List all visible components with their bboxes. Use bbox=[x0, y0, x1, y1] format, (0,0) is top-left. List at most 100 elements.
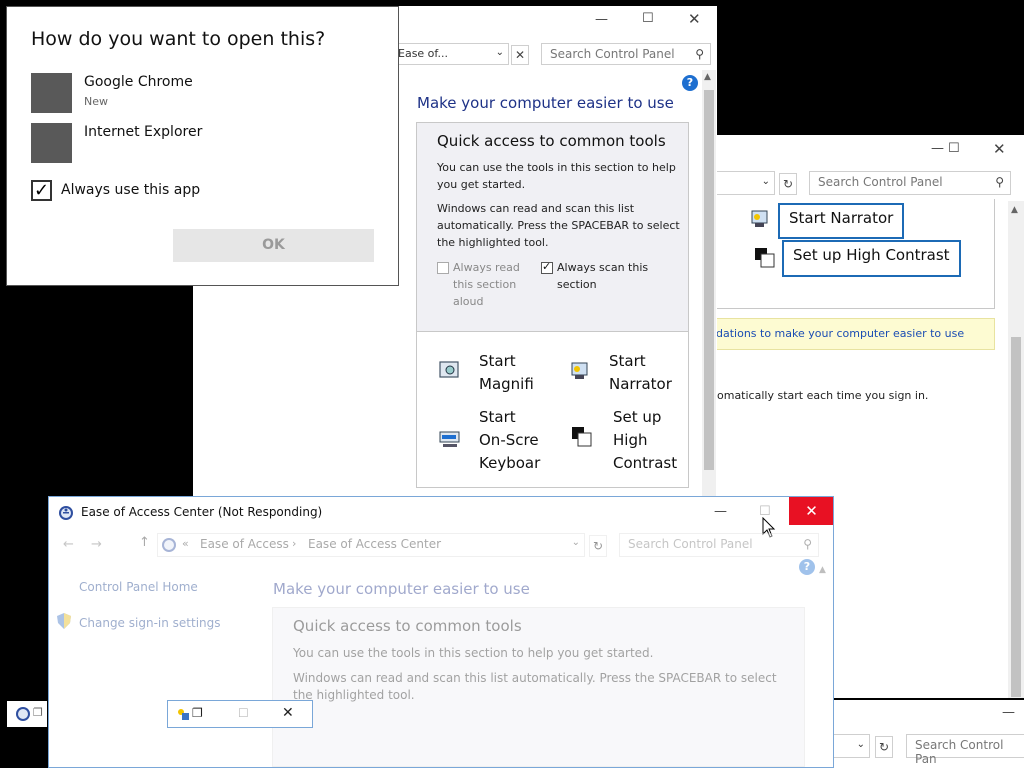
close-button[interactable]: ✕ bbox=[993, 142, 1006, 157]
checkbox-scan[interactable] bbox=[541, 260, 553, 274]
close-button[interactable]: ✕ bbox=[789, 497, 833, 525]
search-input[interactable]: Search Control Panel ⚲ bbox=[809, 171, 1011, 195]
app-option-chrome-sub: New bbox=[84, 95, 108, 108]
ease-of-access-icon bbox=[16, 707, 30, 721]
tool-narrator-label: Start Narrator bbox=[609, 352, 672, 393]
scrollbar[interactable]: ▲ bbox=[1008, 201, 1024, 698]
always-scan-label: Always scan this section bbox=[557, 261, 649, 291]
app-option-chrome-name: Google Chrome bbox=[84, 74, 193, 90]
quick-access-panel: Quick access to common tools You can use… bbox=[272, 607, 805, 767]
back-arrow-icon[interactable]: ← bbox=[63, 537, 74, 552]
scroll-thumb[interactable] bbox=[1011, 337, 1021, 697]
quick-access-desc: You can use the tools in this section to… bbox=[293, 646, 654, 660]
scroll-up-icon[interactable]: ▲ bbox=[819, 565, 826, 575]
sidebar-item-home[interactable]: Control Panel Home bbox=[79, 580, 198, 594]
window-title: Ease of Access Center (Not Responding) bbox=[81, 505, 323, 519]
tool-keyboard-label: Start On-Scre Keyboar bbox=[479, 408, 541, 472]
clear-address-button[interactable]: ✕ bbox=[511, 45, 529, 65]
tool-magnifier[interactable]: Start Magnifi bbox=[439, 350, 549, 400]
setup-contrast-highlight[interactable]: Set up High Contrast bbox=[782, 240, 961, 277]
search-placeholder: Search Control Panel bbox=[818, 175, 943, 189]
tool-magnifier-label: Start Magnifi bbox=[479, 352, 534, 393]
shield-icon bbox=[57, 613, 71, 629]
narrator-icon bbox=[751, 210, 768, 227]
breadcrumb-chevron-icon: › bbox=[292, 537, 297, 550]
tool-contrast-label: Set up High Contrast bbox=[613, 408, 678, 472]
up-arrow-icon[interactable]: ↑ bbox=[139, 535, 150, 550]
minimize-button[interactable]: — bbox=[714, 505, 727, 518]
ok-button-label: OK bbox=[262, 237, 285, 253]
chrome-app-icon bbox=[31, 73, 72, 113]
restore-icon[interactable]: ❐ bbox=[33, 706, 43, 719]
address-bar[interactable]: Ease of... ⌄ bbox=[393, 43, 509, 65]
contrast-icon bbox=[572, 427, 592, 447]
search-placeholder: Search Control Panel bbox=[550, 47, 675, 61]
breadcrumb[interactable]: « Ease of Access › Ease of Access Center… bbox=[157, 533, 585, 557]
search-placeholder: Search Control Pan bbox=[915, 738, 1004, 766]
keyboard-icon bbox=[439, 431, 460, 447]
tool-keyboard[interactable]: Start On-Scre Keyboar bbox=[439, 406, 549, 481]
always-read-label: Always read this section aloud bbox=[453, 261, 520, 308]
recommendation-link[interactable]: dations to make your computer easier to … bbox=[717, 327, 964, 340]
quick-access-title: Quick access to common tools bbox=[437, 132, 666, 150]
narrator-icon bbox=[571, 362, 588, 379]
search-input[interactable]: Search Control Panel ⚲ bbox=[541, 43, 711, 65]
checkbox-read[interactable] bbox=[437, 262, 449, 274]
start-narrator-highlight[interactable]: Start Narrator bbox=[778, 203, 905, 239]
checkbox-checked-icon[interactable]: ✓ bbox=[31, 180, 52, 201]
sidebar-item-signin[interactable]: Change sign-in settings bbox=[79, 616, 221, 630]
app-option-chrome[interactable]: Google Chrome New bbox=[31, 72, 371, 114]
scroll-thumb[interactable] bbox=[704, 90, 714, 470]
scrollbar[interactable]: ▲ bbox=[702, 70, 716, 506]
search-icon: ⚲ bbox=[803, 537, 812, 551]
breadcrumb-current[interactable]: Ease of Access Center bbox=[308, 537, 441, 551]
maximize-button[interactable]: ☐ bbox=[642, 12, 654, 25]
address-text: Ease of... bbox=[398, 47, 448, 60]
address-bar[interactable]: ⌄ bbox=[717, 171, 775, 195]
ie-app-icon bbox=[31, 123, 72, 163]
chevron-down-icon[interactable]: ⌄ bbox=[496, 47, 504, 58]
ease-of-access-icon bbox=[59, 506, 73, 520]
chevron-down-icon[interactable]: ⌄ bbox=[572, 537, 580, 548]
tool-contrast[interactable]: Set up High Contrast bbox=[569, 406, 684, 481]
quick-access-panel: Quick access to common tools You can use… bbox=[416, 122, 689, 332]
scroll-up-icon[interactable]: ▲ bbox=[1011, 205, 1018, 215]
window-body: ← → ↑ « Ease of Access › Ease of Access … bbox=[49, 525, 833, 767]
mini-floating-window: ❐ ☐ ✕ bbox=[167, 700, 313, 728]
ok-button[interactable]: OK bbox=[173, 229, 374, 262]
minimize-button[interactable]: — bbox=[595, 13, 608, 26]
page-heading: Make your computer easier to use bbox=[417, 94, 674, 112]
refresh-icon[interactable]: ↻ bbox=[779, 173, 797, 195]
recommendation-notice[interactable]: dations to make your computer easier to … bbox=[717, 318, 995, 350]
help-icon[interactable]: ? bbox=[799, 559, 815, 575]
minimize-button[interactable]: — bbox=[1002, 706, 1015, 719]
page-heading: Make your computer easier to use bbox=[273, 580, 530, 598]
tool-narrator[interactable]: Start Narrator bbox=[569, 350, 684, 400]
scroll-up-icon[interactable]: ▲ bbox=[704, 72, 711, 82]
open-with-dialog: How do you want to open this? Google Chr… bbox=[6, 6, 399, 286]
app-option-ie[interactable]: Internet Explorer bbox=[31, 122, 371, 164]
chevron-down-icon[interactable]: ⌄ bbox=[857, 739, 865, 750]
chevron-down-icon[interactable]: ⌄ bbox=[762, 176, 770, 187]
tools-panel: Start Magnifi Start Narrator Start On-Sc… bbox=[416, 331, 689, 488]
quick-access-title: Quick access to common tools bbox=[293, 617, 522, 635]
refresh-icon[interactable]: ↻ bbox=[875, 736, 893, 758]
auto-start-text: omatically start each time you sign in. bbox=[717, 389, 929, 402]
search-input[interactable]: Search Control Panel ⚲ bbox=[619, 533, 819, 557]
maximize-button[interactable]: ☐ bbox=[238, 706, 249, 720]
close-button[interactable]: ✕ bbox=[282, 705, 294, 721]
always-use-checkbox[interactable]: ✓ Always use this app bbox=[31, 180, 231, 202]
quick-access-scan-desc: Windows can read and scan this list auto… bbox=[293, 671, 777, 702]
minimize-button[interactable]: — bbox=[931, 142, 944, 155]
refresh-icon[interactable]: ↻ bbox=[589, 535, 607, 557]
taskbar-thumbnail-left[interactable]: ❐ bbox=[7, 701, 47, 727]
forward-arrow-icon[interactable]: → bbox=[91, 537, 102, 552]
search-input[interactable]: Search Control Pan bbox=[906, 734, 1024, 766]
breadcrumb-root[interactable]: Ease of Access bbox=[200, 537, 289, 551]
restore-icon[interactable]: ❐ bbox=[192, 706, 203, 720]
close-button[interactable]: ✕ bbox=[688, 12, 701, 27]
help-icon[interactable]: ? bbox=[682, 75, 698, 91]
ease-of-access-window-front: Ease of Access Center (Not Responding) —… bbox=[48, 496, 834, 768]
maximize-button[interactable]: ☐ bbox=[948, 142, 960, 155]
control-panel-icon bbox=[162, 538, 176, 552]
